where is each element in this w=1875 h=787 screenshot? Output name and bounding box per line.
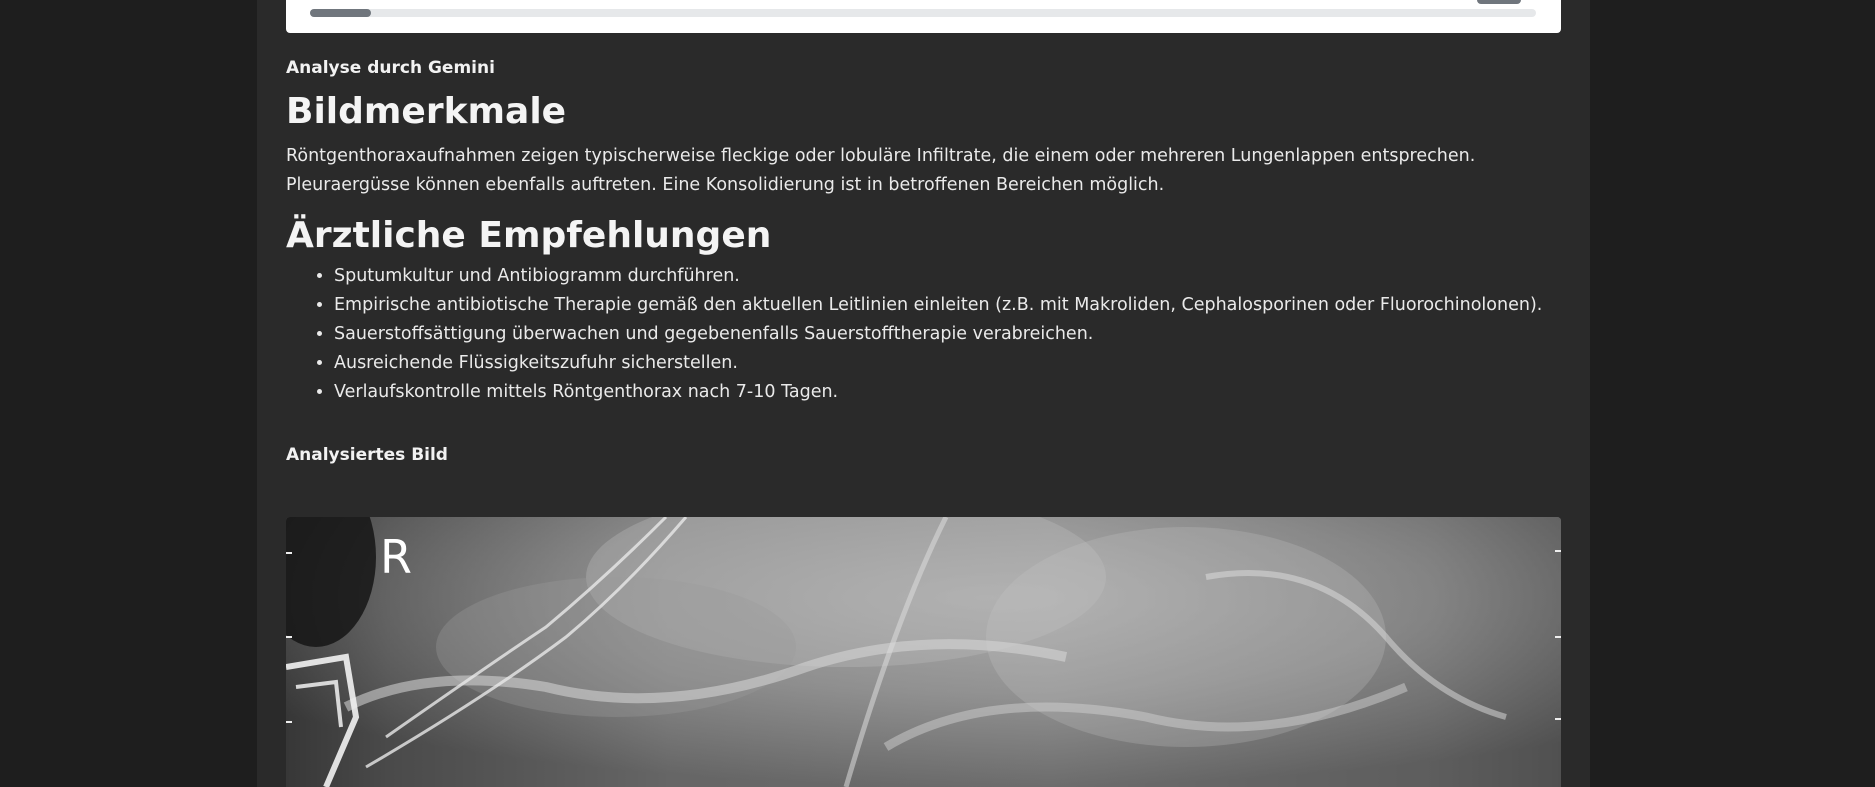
progress-bar-fill (310, 9, 372, 17)
xray-marker-r: R (380, 530, 412, 584)
analyzed-image-label: Analysiertes Bild (286, 445, 448, 465)
list-item: Sputumkultur und Antibiogramm durchführe… (334, 262, 1561, 291)
features-heading: Bildmerkmale (286, 91, 567, 132)
xray-image-graphic: R (286, 517, 1561, 787)
analysis-label: Analyse durch Gemini (286, 58, 495, 78)
list-item: Ausreichende Flüssigkeitszufuhr sicherst… (334, 349, 1561, 378)
upload-card (286, 0, 1561, 33)
list-item: Verlaufskontrolle mittels Röntgenthorax … (334, 378, 1561, 407)
card-scroll-thumb[interactable] (1477, 0, 1521, 4)
features-text: Röntgenthoraxaufnahmen zeigen typischerw… (286, 146, 1476, 195)
recommendations-heading: Ärztliche Empfehlungen (286, 215, 772, 256)
main-panel: Analyse durch Gemini Bildmerkmale Röntge… (257, 0, 1590, 787)
list-item: Sauerstoffsättigung überwachen und gegeb… (334, 320, 1561, 349)
analysis-section: Analyse durch Gemini Bildmerkmale Röntge… (286, 58, 1561, 465)
progress-bar (310, 9, 1536, 17)
list-item: Empirische antibiotische Therapie gemäß … (334, 291, 1561, 320)
xray-image: R (286, 517, 1561, 787)
recommendations-list: Sputumkultur und Antibiogramm durchführe… (286, 262, 1561, 407)
